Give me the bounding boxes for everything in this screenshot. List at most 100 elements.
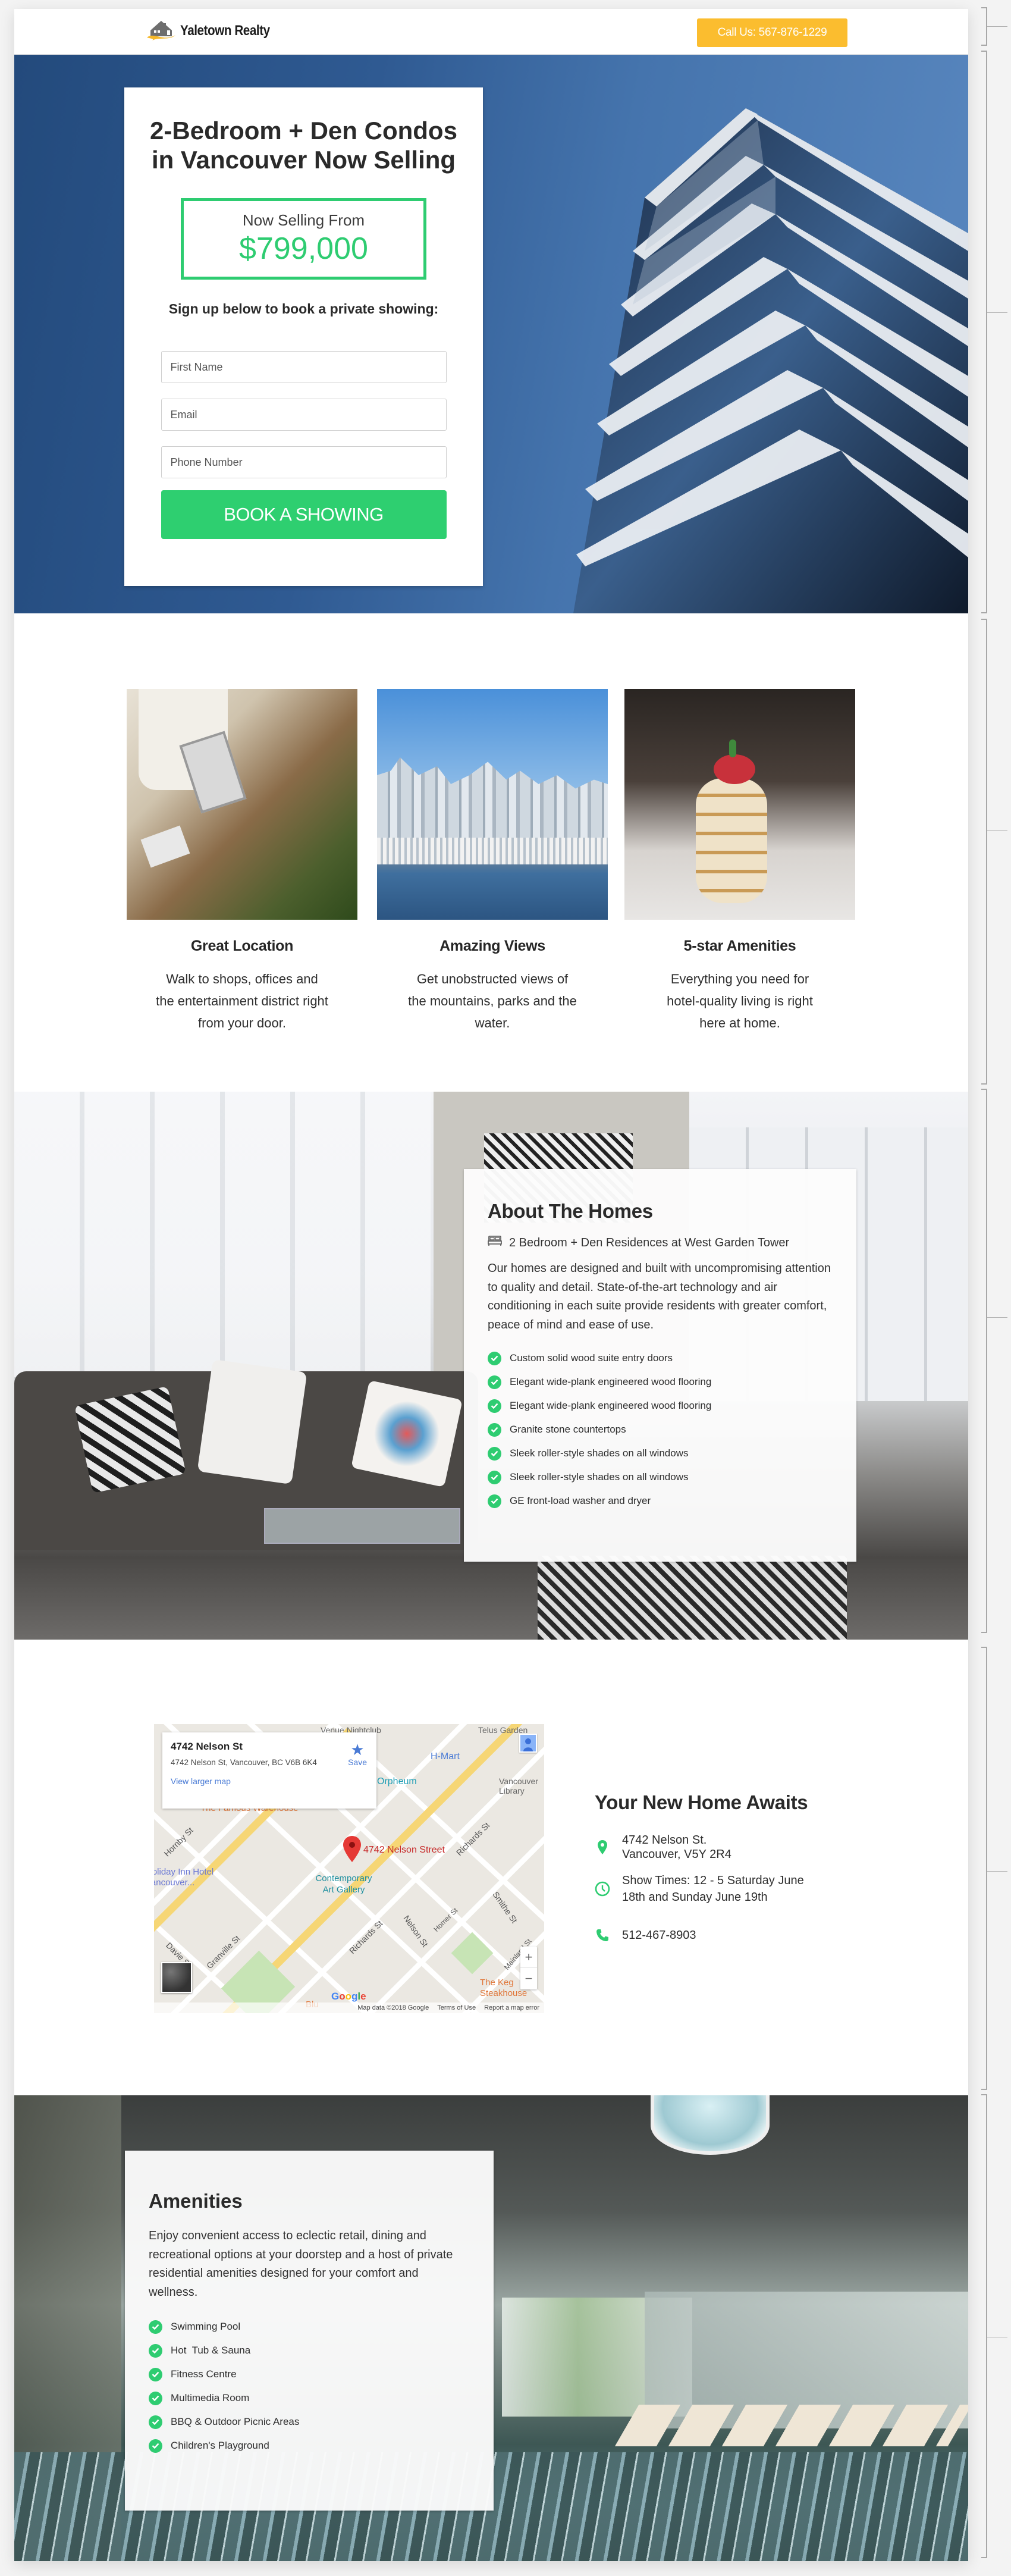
list-item-text: Swimming Pool — [171, 2321, 241, 2332]
street-view-pegman-icon[interactable] — [519, 1734, 537, 1753]
bed-icon — [488, 1236, 502, 1250]
about-subtitle: 2 Bedroom + Den Residences at West Garde… — [488, 1236, 833, 1250]
list-item-text: Elegant wide-plank engineered wood floor… — [510, 1376, 712, 1387]
bracket-tick — [987, 1317, 1007, 1318]
map-place-label: Vancouver Library — [499, 1776, 538, 1795]
section-bracket-map — [981, 1647, 987, 2090]
map-zoom-controls: + − — [520, 1947, 537, 1989]
terms-of-use-link[interactable]: Terms of Use — [437, 2004, 476, 2011]
about-card: About The Homes 2 Bedroom + Den Residenc… — [464, 1169, 856, 1562]
google-map-embed[interactable]: Venue Nightclub Telus Garden H-Mart Orph… — [154, 1724, 544, 2013]
check-circle-icon — [149, 2439, 162, 2453]
address-line-2: Vancouver, V5Y 2R4 — [622, 1848, 731, 1861]
check-circle-icon — [488, 1470, 501, 1484]
list-item: Swimming Pool — [149, 2315, 470, 2339]
cafe-laptop-image — [127, 689, 357, 920]
feature-text: Everything you need for hotel-quality li… — [667, 972, 813, 1030]
house-wave-logo-icon — [146, 18, 177, 43]
list-item-text: Sleek roller-style shades on all windows — [510, 1447, 689, 1459]
map-footer: Map data ©2018 Google Terms of Use Repor… — [154, 2002, 544, 2013]
feature-title: Great Location — [190, 938, 294, 954]
zoom-in-button[interactable]: + — [520, 1947, 537, 1968]
list-item-text: Fitness Centre — [171, 2368, 237, 2380]
map-place-label: H-Mart — [431, 1751, 460, 1762]
map-place-label: Orpheum — [377, 1776, 417, 1787]
hero-building-image — [573, 108, 968, 613]
map-save-button[interactable]: ★ Save — [348, 1742, 367, 1767]
brand-logo[interactable]: Yaletown Realty — [146, 18, 284, 43]
call-us-button[interactable]: Call Us: 567-876-1229 — [697, 18, 847, 47]
contact-info: Your New Home Awaits 4742 Nelson St. Van… — [595, 1791, 862, 1942]
contact-title: Your New Home Awaits — [595, 1791, 808, 1813]
phone-icon — [595, 1928, 610, 1942]
list-item-text: Elegant wide-plank engineered wood floor… — [510, 1400, 712, 1411]
report-map-error-link[interactable]: Report a map error — [484, 2004, 539, 2011]
clock-icon — [595, 1881, 610, 1897]
section-bracket-amenities — [981, 2094, 987, 2558]
about-title: About The Homes — [488, 1200, 653, 1222]
map-data-credit: Map data ©2018 Google — [357, 2004, 429, 2011]
book-showing-button[interactable]: BOOK A SHOWING — [161, 490, 447, 539]
check-circle-icon — [149, 2391, 162, 2405]
first-name-input[interactable] — [161, 351, 447, 383]
check-circle-icon — [488, 1494, 501, 1508]
feature-title: Amazing Views — [439, 938, 545, 954]
phone-number-input[interactable] — [161, 446, 447, 478]
price-value: $799,000 — [239, 231, 368, 266]
amenities-card: Amenities Enjoy convenient access to ecl… — [125, 2151, 494, 2511]
zoom-out-button[interactable]: − — [520, 1968, 537, 1989]
location-section: Venue Nightclub Telus Garden H-Mart Orph… — [14, 1640, 968, 2095]
list-item: Multimedia Room — [149, 2386, 470, 2410]
about-section: About The Homes 2 Bedroom + Den Residenc… — [14, 1092, 968, 1640]
map-info-title: 4742 Nelson St — [171, 1741, 243, 1752]
list-item: Sleek roller-style shades on all windows — [488, 1441, 833, 1465]
amenities-description: Enjoy convenient access to eclectic reta… — [149, 2229, 453, 2299]
section-bracket-features — [981, 619, 987, 1085]
about-subtitle-text: 2 Bedroom + Den Residences at West Garde… — [509, 1236, 790, 1249]
list-item: GE front-load washer and dryer — [488, 1489, 833, 1513]
show-times-row: Show Times: 12 - 5 Saturday June 18th an… — [595, 1872, 862, 1906]
features-section: Great Location Walk to shops, offices an… — [14, 613, 968, 1092]
map-marker-label: 4742 Nelson Street — [363, 1845, 445, 1855]
check-circle-icon — [149, 2343, 162, 2358]
pancakes-image — [624, 689, 855, 920]
hero-title: 2-Bedroom + Den Condos in Vancouver Now … — [150, 117, 457, 174]
list-item-text: Custom solid wood suite entry doors — [510, 1352, 673, 1364]
bracket-tick — [987, 26, 1007, 27]
price-box: Now Selling From $799,000 — [181, 198, 426, 280]
section-bracket-header — [981, 7, 987, 46]
landing-page: Yaletown Realty Call Us: 567-876-1229 2-… — [14, 9, 968, 2561]
check-circle-icon — [149, 2320, 162, 2334]
hero-section: 2-Bedroom + Den Condos in Vancouver Now … — [14, 55, 968, 613]
amenities-title: Amenities — [149, 2190, 243, 2212]
google-logo: Google — [331, 1991, 366, 2002]
phone-row: 512-467-8903 — [595, 1928, 862, 1942]
address-row: 4742 Nelson St. Vancouver, V5Y 2R4 — [595, 1833, 862, 1862]
check-circle-icon — [149, 2367, 162, 2381]
amenities-section: Amenities Enjoy convenient access to ecl… — [14, 2095, 968, 2561]
list-item-text: GE front-load washer and dryer — [510, 1495, 651, 1506]
check-circle-icon — [488, 1399, 501, 1413]
map-save-label: Save — [348, 1757, 367, 1767]
email-input[interactable] — [161, 399, 447, 431]
list-item: Elegant wide-plank engineered wood floor… — [488, 1370, 833, 1394]
list-item: Fitness Centre — [149, 2362, 470, 2386]
list-item-text: Sleek roller-style shades on all windows — [510, 1471, 689, 1483]
signup-form-card: 2-Bedroom + Den Condos in Vancouver Now … — [124, 87, 483, 586]
show-times-text: Show Times: 12 - 5 Saturday June 18th an… — [622, 1874, 804, 1904]
satellite-toggle-button[interactable] — [161, 1962, 192, 1993]
check-circle-icon — [149, 2415, 162, 2429]
map-marker-pin-icon[interactable] — [343, 1836, 361, 1865]
check-circle-icon — [488, 1375, 501, 1389]
list-item-text: Multimedia Room — [171, 2392, 250, 2403]
brand-name: Yaletown Realty — [180, 23, 270, 39]
view-larger-map-link[interactable]: View larger map — [171, 1776, 368, 1786]
map-place-label: Contemporary Art Gallery — [315, 1873, 372, 1895]
about-features-list: Custom solid wood suite entry doors Eleg… — [488, 1346, 833, 1513]
map-place-label: Holiday Inn Hotel Vancouver... — [154, 1867, 214, 1888]
feature-card: Great Location Walk to shops, offices an… — [127, 689, 357, 1034]
bracket-tick — [987, 312, 1007, 313]
list-item-text: BBQ & Outdoor Picnic Areas — [171, 2416, 300, 2427]
list-item: Elegant wide-plank engineered wood floor… — [488, 1394, 833, 1418]
phone-text[interactable]: 512-467-8903 — [622, 1928, 696, 1942]
